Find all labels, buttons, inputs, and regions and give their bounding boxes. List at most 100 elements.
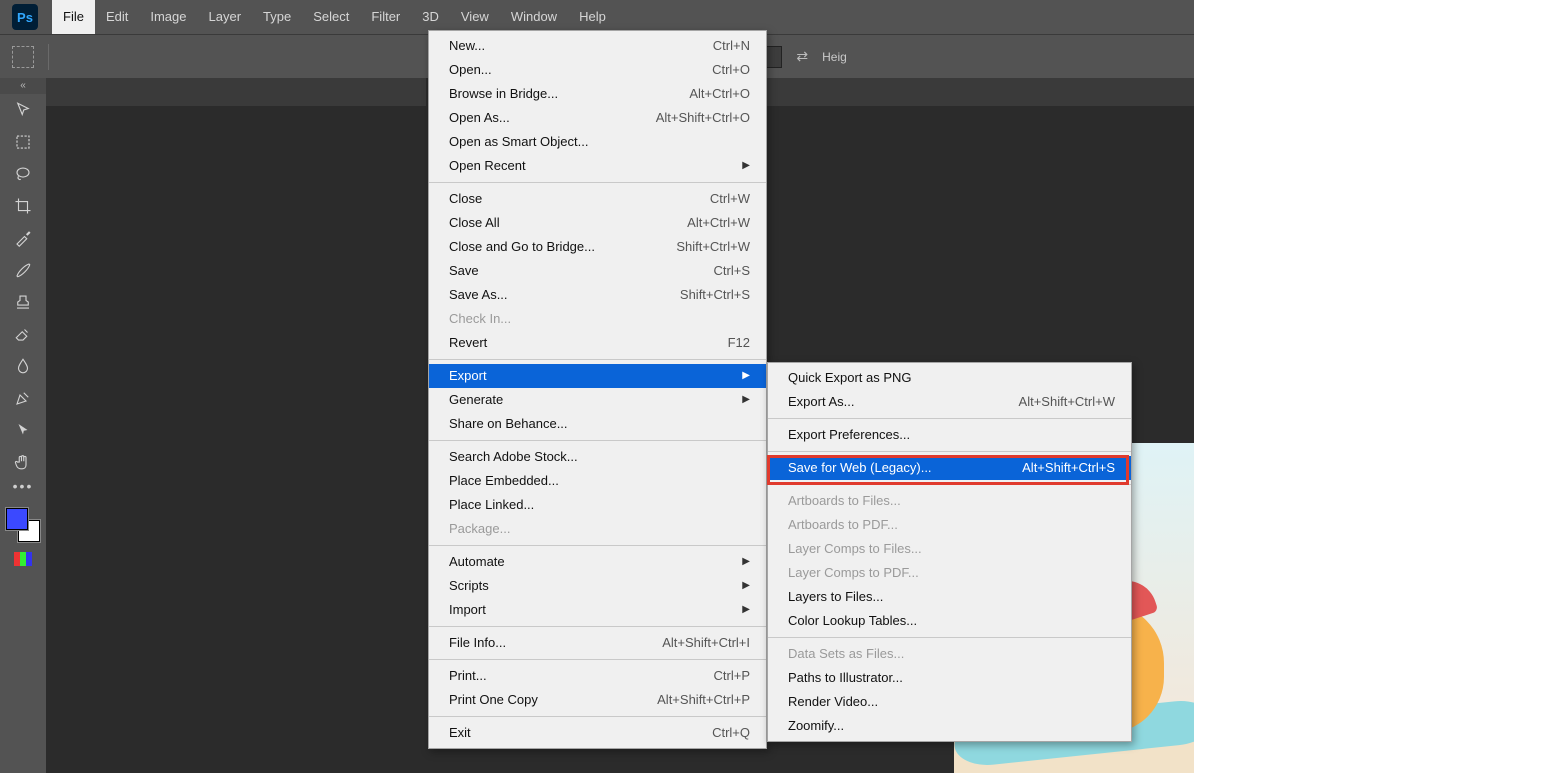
menu-item-shortcut: Alt+Shift+Ctrl+I — [632, 634, 750, 652]
menu-item-label: Save for Web (Legacy)... — [788, 459, 932, 477]
file-menu-print[interactable]: Print...Ctrl+P — [429, 664, 766, 688]
menu-image[interactable]: Image — [139, 0, 197, 34]
active-tool-icon[interactable] — [12, 46, 34, 68]
menu-separator — [429, 659, 766, 660]
export-menu-color-lookup-tables[interactable]: Color Lookup Tables... — [768, 609, 1131, 633]
menu-item-label: Color Lookup Tables... — [788, 612, 917, 630]
file-menu-scripts[interactable]: Scripts▶ — [429, 574, 766, 598]
menu-item-label: Import — [449, 601, 486, 619]
submenu-arrow-icon: ▶ — [712, 391, 750, 409]
export-menu-data-sets-as-files: Data Sets as Files... — [768, 642, 1131, 666]
blur-tool-icon[interactable] — [0, 350, 46, 382]
menu-item-label: Close and Go to Bridge... — [449, 238, 595, 256]
file-menu-share-on-behance[interactable]: Share on Behance... — [429, 412, 766, 436]
file-menu-import[interactable]: Import ▶ — [429, 598, 766, 622]
export-menu-quick-export-as-png[interactable]: Quick Export as PNG — [768, 366, 1131, 390]
file-menu-open[interactable]: Open...Ctrl+O — [429, 58, 766, 82]
file-menu-open-recent[interactable]: Open Recent ▶ — [429, 154, 766, 178]
pen-tool-icon[interactable] — [0, 382, 46, 414]
menu-view[interactable]: View — [450, 0, 500, 34]
file-menu-open-as[interactable]: Open As...Alt+Shift+Ctrl+O — [429, 106, 766, 130]
export-menu-artboards-to-files: Artboards to Files... — [768, 489, 1131, 513]
menu-layer[interactable]: Layer — [198, 0, 253, 34]
menu-filter[interactable]: Filter — [360, 0, 411, 34]
menu-separator — [429, 716, 766, 717]
export-menu-layers-to-files[interactable]: Layers to Files... — [768, 585, 1131, 609]
move-tool-icon[interactable] — [0, 94, 46, 126]
file-menu-browse-in-bridge[interactable]: Browse in Bridge...Alt+Ctrl+O — [429, 82, 766, 106]
file-menu-save[interactable]: SaveCtrl+S — [429, 259, 766, 283]
eyedropper-tool-icon[interactable] — [0, 222, 46, 254]
menu-item-shortcut: Shift+Ctrl+W — [646, 238, 750, 256]
menu-file[interactable]: File — [52, 0, 95, 34]
file-menu-close-and-go-to-bridge[interactable]: Close and Go to Bridge... Shift+Ctrl+W — [429, 235, 766, 259]
separator — [48, 44, 49, 70]
menu-item-label: Share on Behance... — [449, 415, 568, 433]
menu-item-label: Print One Copy — [449, 691, 538, 709]
crop-tool-icon[interactable] — [0, 190, 46, 222]
file-menu-save-as[interactable]: Save As...Shift+Ctrl+S — [429, 283, 766, 307]
menu-item-label: Open... — [449, 61, 492, 79]
file-menu-open-as-smart-object[interactable]: Open as Smart Object... — [429, 130, 766, 154]
menu-separator — [768, 418, 1131, 419]
eraser-tool-icon[interactable] — [0, 318, 46, 350]
menu-window[interactable]: Window — [500, 0, 568, 34]
file-menu-export[interactable]: Export▶ — [429, 364, 766, 388]
collapse-panel-icon[interactable]: « — [0, 78, 46, 94]
menu-select[interactable]: Select — [302, 0, 360, 34]
file-menu-close[interactable]: CloseCtrl+W — [429, 187, 766, 211]
file-menu-package: Package... — [429, 517, 766, 541]
file-menu-revert[interactable]: RevertF12 — [429, 331, 766, 355]
export-menu-render-video[interactable]: Render Video... — [768, 690, 1131, 714]
stamp-tool-icon[interactable] — [0, 286, 46, 318]
height-label: Heig — [822, 50, 847, 64]
photoshop-window: Ps FileEditImageLayerTypeSelectFilter3DV… — [0, 0, 1194, 773]
more-tools-icon[interactable]: ••• — [0, 478, 46, 502]
foreground-color-swatch[interactable] — [6, 508, 28, 530]
file-menu-close-all[interactable]: Close AllAlt+Ctrl+W — [429, 211, 766, 235]
hand-tool-icon[interactable] — [0, 446, 46, 478]
submenu-arrow-icon: ▶ — [712, 157, 750, 175]
file-menu-new[interactable]: New...Ctrl+N — [429, 34, 766, 58]
export-menu-zoomify[interactable]: Zoomify... — [768, 714, 1131, 738]
menu-item-label: Export Preferences... — [788, 426, 910, 444]
menu-edit[interactable]: Edit — [95, 0, 139, 34]
menu-type[interactable]: Type — [252, 0, 302, 34]
file-menu-automate[interactable]: Automate▶ — [429, 550, 766, 574]
lasso-tool-icon[interactable] — [0, 158, 46, 190]
menu-item-shortcut: Ctrl+S — [684, 262, 750, 280]
file-menu-search-adobe-stock[interactable]: Search Adobe Stock... — [429, 445, 766, 469]
brush-tool-icon[interactable] — [0, 254, 46, 286]
color-swatches[interactable] — [6, 508, 40, 542]
menu-item-label: Open Recent — [449, 157, 526, 175]
file-menu-generate[interactable]: Generate▶ — [429, 388, 766, 412]
menu-item-shortcut: Alt+Ctrl+O — [659, 85, 750, 103]
menu-item-label: Place Embedded... — [449, 472, 559, 490]
menu-item-label: Export — [449, 367, 487, 385]
file-menu-file-info[interactable]: File Info...Alt+Shift+Ctrl+I — [429, 631, 766, 655]
menu-separator — [429, 359, 766, 360]
menu-item-shortcut: Ctrl+P — [684, 667, 750, 685]
export-menu-paths-to-illustrator[interactable]: Paths to Illustrator... — [768, 666, 1131, 690]
menu-3d[interactable]: 3D — [411, 0, 450, 34]
menu-separator — [768, 451, 1131, 452]
export-menu-export-as[interactable]: Export As...Alt+Shift+Ctrl+W — [768, 390, 1131, 414]
menu-item-label: Scripts — [449, 577, 489, 595]
submenu-arrow-icon: ▶ — [712, 601, 750, 619]
menu-item-label: Artboards to PDF... — [788, 516, 898, 534]
menu-item-label: Check In... — [449, 310, 511, 328]
path-select-tool-icon[interactable] — [0, 414, 46, 446]
export-menu-save-for-web-legacy[interactable]: Save for Web (Legacy)... Alt+Shift+Ctrl+S — [768, 456, 1131, 480]
quick-mask-icon[interactable] — [14, 552, 32, 566]
file-menu-exit[interactable]: ExitCtrl+Q — [429, 721, 766, 745]
file-menu-print-one-copy[interactable]: Print One CopyAlt+Shift+Ctrl+P — [429, 688, 766, 712]
menu-help[interactable]: Help — [568, 0, 617, 34]
swap-dimensions-icon[interactable]: ⇄ — [796, 48, 808, 65]
menu-item-label: Open as Smart Object... — [449, 133, 588, 151]
marquee-tool-icon[interactable] — [0, 126, 46, 158]
menu-item-label: Layers to Files... — [788, 588, 883, 606]
menu-item-shortcut: Alt+Shift+Ctrl+S — [992, 459, 1115, 477]
file-menu-place-linked[interactable]: Place Linked... — [429, 493, 766, 517]
export-menu-export-preferences[interactable]: Export Preferences... — [768, 423, 1131, 447]
file-menu-place-embedded[interactable]: Place Embedded... — [429, 469, 766, 493]
